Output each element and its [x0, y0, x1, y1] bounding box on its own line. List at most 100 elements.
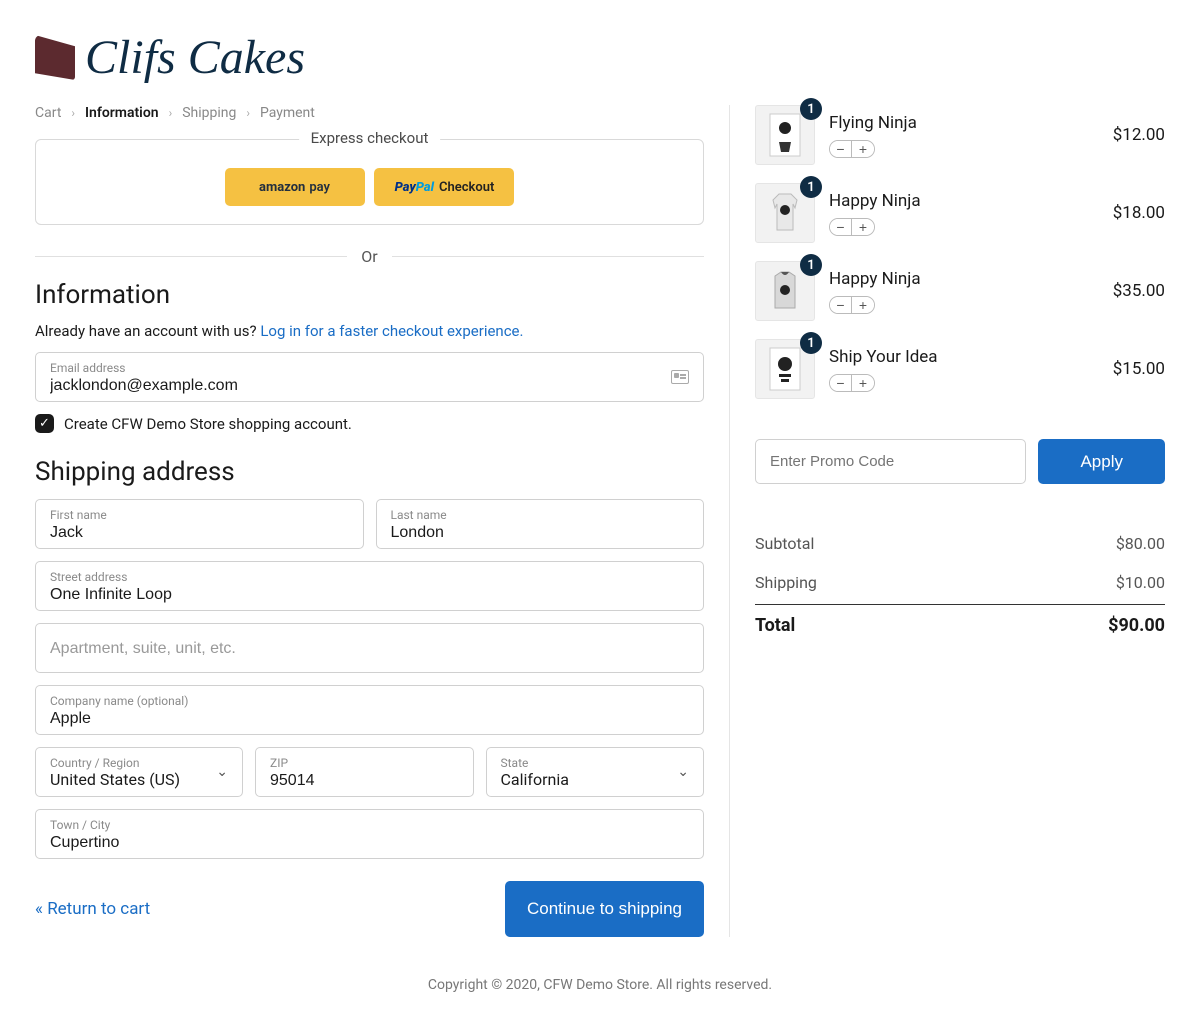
breadcrumb-payment[interactable]: Payment — [260, 105, 315, 121]
subtotal-value: $80.00 — [1116, 534, 1165, 553]
chevron-right-icon: › — [71, 106, 75, 120]
product-thumbnail: 1 — [755, 183, 815, 243]
state-value: California — [501, 770, 690, 789]
cart-item: 1 Happy Ninja − + $35.00 — [755, 261, 1165, 321]
product-price: $15.00 — [1113, 359, 1165, 379]
total-row: Total $90.00 — [755, 604, 1165, 646]
brand-name: Clifs Cakes — [85, 30, 305, 85]
login-prompt-text: Already have an account with us? — [35, 322, 260, 340]
state-label: State — [501, 756, 690, 770]
product-name: Happy Ninja — [829, 269, 1099, 289]
quantity-control: − + — [829, 296, 875, 314]
quantity-badge: 1 — [800, 98, 822, 120]
breadcrumb-shipping[interactable]: Shipping — [182, 105, 236, 121]
breadcrumb: Cart › Information › Shipping › Payment — [35, 105, 704, 121]
product-thumbnail: 1 — [755, 105, 815, 165]
company-input[interactable] — [50, 710, 689, 728]
promo-code-input[interactable] — [755, 439, 1026, 484]
quantity-control: − + — [829, 374, 875, 392]
email-field[interactable]: Email address — [35, 352, 704, 402]
quantity-badge: 1 — [800, 254, 822, 276]
decrease-quantity-button[interactable]: − — [830, 375, 852, 391]
or-divider: Or — [35, 247, 704, 266]
last-name-field[interactable]: Last name — [376, 499, 705, 549]
increase-quantity-button[interactable]: + — [852, 297, 874, 313]
chevron-right-icon: › — [169, 106, 173, 120]
login-prompt: Already have an account with us? Log in … — [35, 322, 704, 340]
product-price: $12.00 — [1113, 125, 1165, 145]
company-label: Company name (optional) — [50, 694, 689, 708]
quantity-badge: 1 — [800, 332, 822, 354]
product-thumbnail: 1 — [755, 339, 815, 399]
state-field[interactable]: State California ⌄ — [486, 747, 705, 797]
country-label: Country / Region — [50, 756, 228, 770]
subtotal-row: Subtotal $80.00 — [755, 524, 1165, 563]
street-label: Street address — [50, 570, 689, 584]
total-value: $90.00 — [1108, 615, 1165, 636]
return-to-cart-link[interactable]: « Return to cart — [35, 899, 150, 919]
copyright: Copyright © 2020, CFW Demo Store. All ri… — [35, 977, 1165, 993]
street-input[interactable] — [50, 586, 689, 604]
decrease-quantity-button[interactable]: − — [830, 141, 852, 157]
country-value: United States (US) — [50, 770, 228, 789]
shipping-address-heading: Shipping address — [35, 457, 704, 487]
product-price: $18.00 — [1113, 203, 1165, 223]
create-account-label: Create CFW Demo Store shopping account. — [64, 415, 352, 433]
shipping-cost-label: Shipping — [755, 573, 817, 592]
country-field[interactable]: Country / Region United States (US) ⌄ — [35, 747, 243, 797]
increase-quantity-button[interactable]: + — [852, 219, 874, 235]
product-thumbnail: 1 — [755, 261, 815, 321]
increase-quantity-button[interactable]: + — [852, 375, 874, 391]
city-field[interactable]: Town / City — [35, 809, 704, 859]
breadcrumb-cart[interactable]: Cart — [35, 105, 61, 121]
shipping-row: Shipping $10.00 — [755, 563, 1165, 602]
email-label: Email address — [50, 361, 689, 375]
login-link[interactable]: Log in for a faster checkout experience. — [260, 322, 523, 340]
decrease-quantity-button[interactable]: − — [830, 219, 852, 235]
apartment-field[interactable] — [35, 623, 704, 673]
product-price: $35.00 — [1113, 281, 1165, 301]
quantity-control: − + — [829, 218, 875, 236]
zip-input[interactable] — [270, 772, 459, 790]
city-input[interactable] — [50, 834, 689, 852]
subtotal-label: Subtotal — [755, 534, 814, 553]
or-text: Or — [361, 247, 377, 266]
company-field[interactable]: Company name (optional) — [35, 685, 704, 735]
zip-label: ZIP — [270, 756, 459, 770]
last-name-label: Last name — [391, 508, 690, 522]
logo-icon — [35, 35, 75, 80]
decrease-quantity-button[interactable]: − — [830, 297, 852, 313]
apply-promo-button[interactable]: Apply — [1038, 439, 1165, 484]
product-name: Happy Ninja — [829, 191, 1099, 211]
chevron-right-icon: › — [246, 106, 250, 120]
contact-card-icon — [671, 370, 689, 384]
email-input[interactable] — [50, 377, 689, 395]
product-name: Flying Ninja — [829, 113, 1099, 133]
city-label: Town / City — [50, 818, 689, 832]
quantity-badge: 1 — [800, 176, 822, 198]
amazon-pay-button[interactable]: amazonpay — [225, 168, 365, 206]
cart-item: 1 Flying Ninja − + $12.00 — [755, 105, 1165, 165]
zip-field[interactable]: ZIP — [255, 747, 474, 797]
total-label: Total — [755, 615, 795, 636]
increase-quantity-button[interactable]: + — [852, 141, 874, 157]
first-name-field[interactable]: First name — [35, 499, 364, 549]
shipping-cost-value: $10.00 — [1116, 573, 1165, 592]
last-name-input[interactable] — [391, 524, 690, 542]
street-address-field[interactable]: Street address — [35, 561, 704, 611]
express-legend: Express checkout — [299, 129, 441, 147]
cart-item: 1 Ship Your Idea − + $15.00 — [755, 339, 1165, 399]
continue-to-shipping-button[interactable]: Continue to shipping — [505, 881, 704, 937]
quantity-control: − + — [829, 140, 875, 158]
create-account-checkbox[interactable]: ✓ — [35, 414, 54, 433]
first-name-label: First name — [50, 508, 349, 522]
paypal-checkout-button[interactable]: PayPalCheckout — [374, 168, 514, 206]
cart-item: 1 Happy Ninja − + $18.00 — [755, 183, 1165, 243]
create-account-row[interactable]: ✓ Create CFW Demo Store shopping account… — [35, 414, 704, 433]
apartment-input[interactable] — [50, 640, 689, 658]
site-header: Clifs Cakes — [35, 30, 1165, 85]
breadcrumb-information[interactable]: Information — [85, 105, 159, 121]
product-name: Ship Your Idea — [829, 347, 1099, 367]
first-name-input[interactable] — [50, 524, 349, 542]
express-checkout-box: Express checkout amazonpay PayPalCheckou… — [35, 139, 704, 225]
